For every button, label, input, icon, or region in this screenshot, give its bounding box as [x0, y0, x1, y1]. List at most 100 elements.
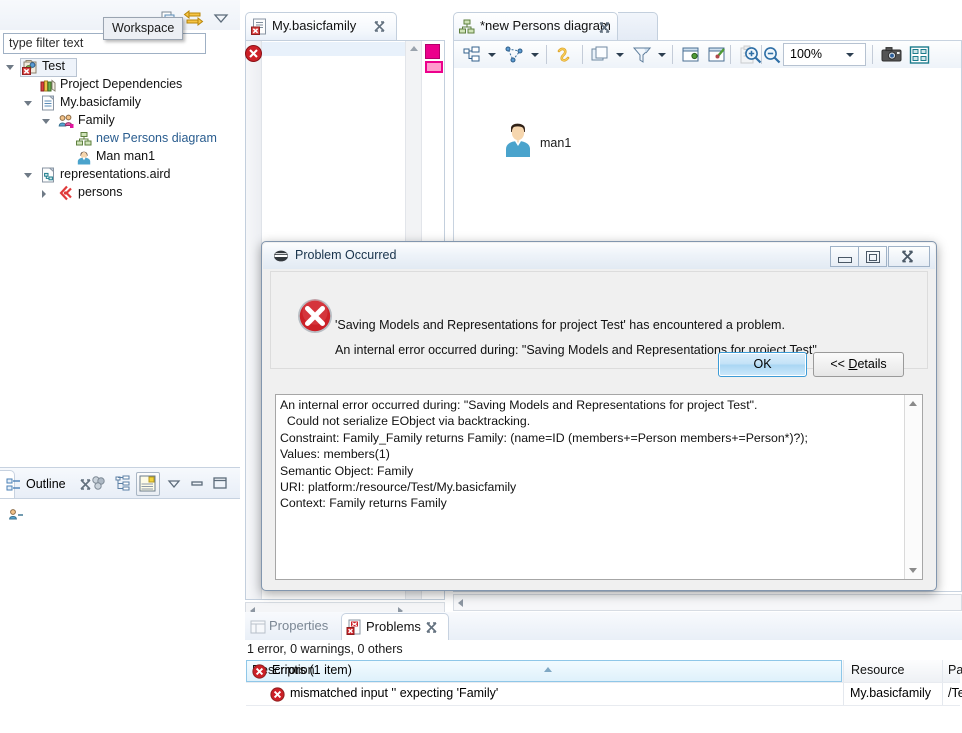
overview-error-marker[interactable] [425, 44, 440, 59]
bottom-views-panel: Properties Problems 1 error, 0 warnings,… [245, 612, 962, 733]
scroll-up-arrow-icon[interactable] [410, 46, 418, 51]
family-icon [58, 114, 74, 128]
tab-properties-label: Properties [269, 618, 329, 633]
unpin-elements-icon[interactable] [707, 45, 727, 65]
cell-path: /Test [948, 686, 962, 700]
toolbar-separator [672, 45, 673, 64]
current-line-highlight [262, 42, 406, 56]
layers-icon[interactable] [590, 45, 610, 65]
view-menu-icon[interactable] [165, 474, 183, 492]
pin-elements-icon[interactable] [681, 45, 701, 65]
diagram-horizontal-scrollbar[interactable] [453, 594, 962, 611]
cell-divider [843, 660, 844, 682]
aird-file-icon [42, 167, 54, 183]
properties-glyph-icon [139, 475, 156, 492]
tree-expander-open-icon[interactable] [6, 65, 14, 70]
dialog-message-line1: 'Saving Models and Representations for p… [335, 318, 785, 332]
tab-my-basicfamily[interactable]: My.basicfamily [245, 12, 397, 40]
details-label-rest: etails [857, 357, 887, 371]
tree-item-label: Family [78, 113, 115, 127]
chevron-down-icon[interactable] [658, 53, 666, 57]
tab-problems[interactable]: Problems [341, 613, 449, 640]
zoom-level-combobox[interactable]: 100% [783, 43, 866, 66]
zoom-out-icon[interactable] [762, 45, 782, 65]
error-marker-icon[interactable] [244, 44, 263, 63]
layout-icon[interactable] [462, 45, 482, 65]
tree-expander-open-icon[interactable] [24, 101, 32, 106]
close-icon[interactable] [599, 22, 610, 33]
cell-description: Errors (1 item) [272, 663, 352, 677]
close-icon[interactable] [374, 21, 385, 32]
close-icon [901, 250, 914, 263]
toolbar-separator [872, 45, 873, 64]
project-tree: Test Project Dependencies My.basicfamily Fa… [0, 58, 240, 202]
tab-label: My.basicfamily [272, 18, 357, 33]
viewpoint-icon [59, 185, 72, 201]
zoom-in-icon[interactable] [743, 45, 763, 65]
details-vertical-scrollbar[interactable] [904, 395, 922, 579]
tree-item-label: Project Dependencies [60, 77, 183, 91]
hide-attributes-icon[interactable] [90, 474, 108, 492]
select-related-icon[interactable] [504, 45, 526, 65]
minimize-icon[interactable] [188, 474, 206, 492]
view-menu-icon[interactable] [212, 12, 230, 24]
link-with-editor-icon[interactable] [183, 8, 205, 28]
tree-expander-open-icon[interactable] [42, 119, 50, 124]
toolbar-separator [730, 45, 731, 64]
tree-item-project-dependencies[interactable]: Project Dependencies [0, 76, 240, 94]
cell-divider [942, 660, 943, 682]
project-error-icon [22, 60, 37, 75]
chevron-down-icon[interactable] [846, 53, 854, 57]
show-properties-icon[interactable] [136, 472, 160, 496]
tree-item-label: Test [42, 59, 65, 73]
problems-table[interactable]: Description Resource Path Errors (1 item… [246, 660, 962, 732]
tree-item-persons[interactable]: persons [0, 184, 240, 202]
scroll-left-arrow-icon[interactable] [458, 599, 463, 607]
tab-new-persons-diagram[interactable]: *new Persons diagram [453, 12, 618, 40]
editor-marker-ruler[interactable] [244, 41, 263, 599]
eclipse-icon [274, 250, 288, 262]
dialog-maximize-button[interactable] [858, 246, 887, 267]
tree-item-family[interactable]: Family [0, 112, 240, 130]
dialog-close-button[interactable] [888, 246, 930, 267]
overview-annotation-marker[interactable] [425, 61, 443, 73]
tree-item-new-persons-diagram[interactable]: new Persons diagram [0, 130, 240, 148]
cell-divider [942, 683, 943, 705]
chevron-down-icon[interactable] [531, 53, 539, 57]
details-button[interactable]: << Details [813, 352, 904, 377]
tab-outline[interactable]: Outline [0, 470, 91, 498]
filter-icon[interactable] [632, 45, 652, 65]
chevron-down-icon[interactable] [488, 53, 496, 57]
ok-button[interactable]: OK [718, 352, 807, 377]
outline-tabbar: Outline [0, 468, 240, 499]
table-row[interactable]: Errors (1 item) [246, 660, 960, 683]
model-explorer-panel: Workspace type filter text Test Project D… [0, 0, 240, 465]
chevron-down-icon[interactable] [616, 53, 624, 57]
tree-item-my-basicfamily[interactable]: My.basicfamily [0, 94, 240, 112]
problems-summary: 1 error, 0 warnings, 0 others [247, 642, 403, 656]
tree-item-test[interactable]: Test [0, 58, 240, 77]
person-icon [77, 151, 91, 165]
tree-item-man-man1[interactable]: Man man1 [0, 148, 240, 166]
screenshot-icon[interactable] [881, 45, 903, 65]
maximize-icon[interactable] [211, 474, 229, 492]
tree-expander-closed-icon[interactable] [42, 190, 46, 198]
scroll-up-arrow-icon[interactable] [909, 401, 917, 406]
tree-item-label: representations.aird [60, 167, 171, 181]
dialog-titlebar[interactable]: Problem Occurred [263, 243, 935, 269]
arrange-icon[interactable] [909, 45, 931, 65]
tree-item-representations-aird[interactable]: representations.aird [0, 166, 240, 184]
error-icon [270, 687, 285, 702]
dialog-details-box[interactable]: An internal error occurred during: "Savi… [275, 394, 923, 580]
tree-expander-open-icon[interactable] [24, 173, 32, 178]
zoom-level-value: 100% [790, 47, 822, 61]
cell-divider [843, 683, 844, 705]
dialog-minimize-button[interactable] [830, 246, 859, 267]
tab-properties[interactable]: Properties [247, 613, 339, 640]
show-tree-icon[interactable] [114, 474, 132, 492]
refresh-icon[interactable] [554, 45, 574, 65]
table-row[interactable]: mismatched input '' expecting 'Family' My… [246, 683, 962, 706]
scroll-down-arrow-icon[interactable] [909, 568, 917, 573]
tree-item-label: new Persons diagram [96, 131, 217, 145]
close-icon[interactable] [426, 622, 437, 633]
